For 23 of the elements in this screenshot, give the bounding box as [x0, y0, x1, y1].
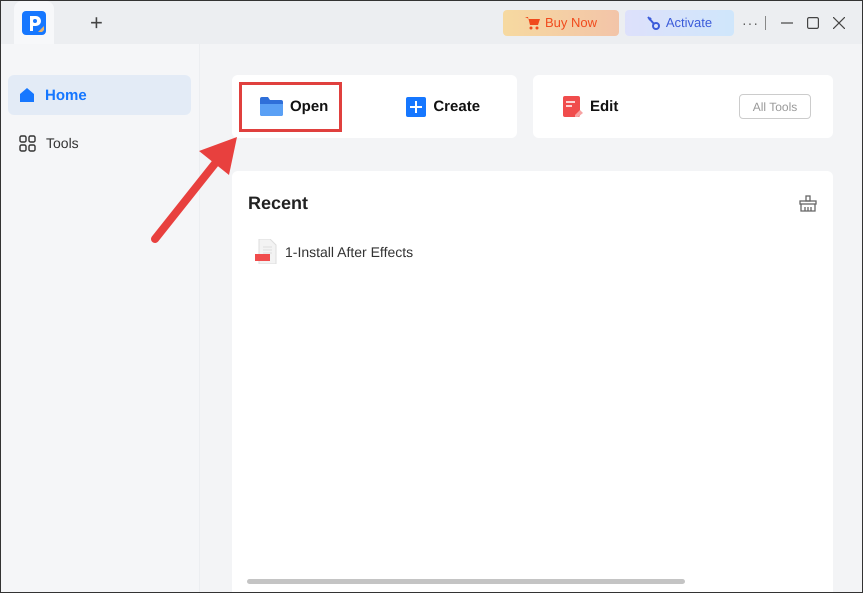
cart-icon [524, 16, 540, 30]
brush-icon[interactable] [799, 195, 817, 212]
edit-document-icon [563, 96, 583, 117]
edit-button[interactable]: Edit [563, 96, 618, 117]
home-icon [19, 87, 35, 103]
folder-icon [260, 97, 283, 116]
more-button[interactable]: ··· [742, 14, 759, 30]
key-icon [646, 16, 660, 30]
sidebar-item[interactable]: Tools [8, 123, 191, 163]
app-logo-icon [22, 10, 46, 34]
plus-icon [406, 96, 426, 116]
close-icon [833, 16, 845, 28]
pdf-file-icon [255, 239, 277, 264]
recent-title: Recent [248, 193, 308, 214]
recent-file[interactable]: 1-Install After Effects [255, 239, 817, 264]
activate-button[interactable]: Activate [625, 10, 734, 36]
maximize-icon [807, 16, 819, 28]
app-tab[interactable] [14, 1, 54, 44]
create-button[interactable]: Create [406, 96, 480, 116]
open-button[interactable]: Open [260, 97, 328, 116]
scrollbar[interactable] [247, 579, 685, 584]
new-tab-button[interactable]: + [84, 10, 109, 36]
grid-icon [19, 134, 36, 152]
